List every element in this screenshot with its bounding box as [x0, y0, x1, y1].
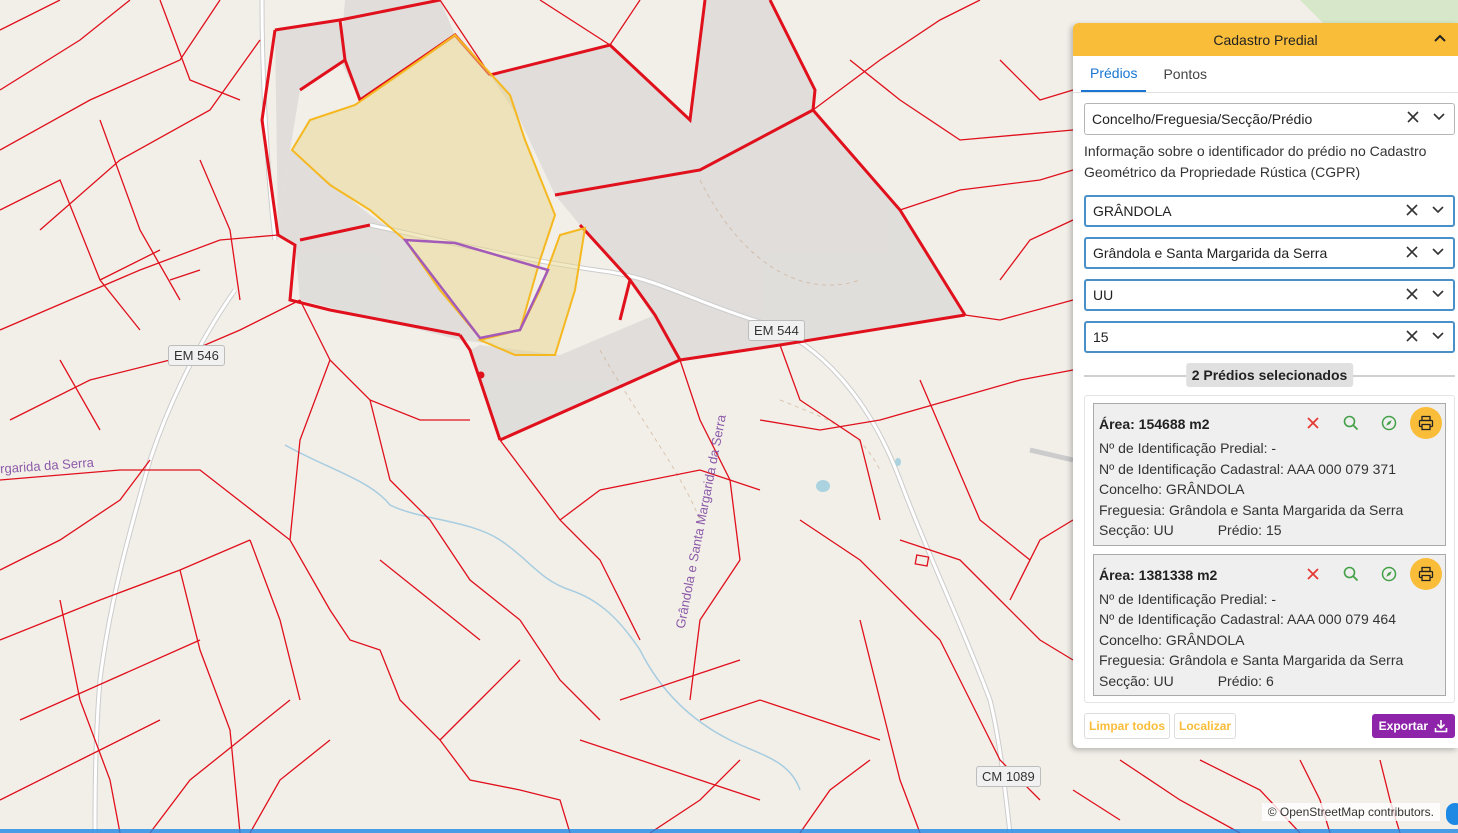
clear-icon[interactable] [1405, 203, 1419, 217]
tab-pontos[interactable]: Pontos [1154, 56, 1216, 92]
seccao-line: Secção: UU [1099, 522, 1174, 538]
predial-id: Nº de Identificação Predial: - [1099, 440, 1277, 456]
attribution-badge-icon[interactable] [1446, 803, 1458, 825]
print-icon[interactable] [1410, 407, 1442, 439]
result-card[interactable]: Área: 154688 m2 Nº de Identificação Pred… [1093, 403, 1446, 546]
predio-select[interactable]: 15 [1084, 321, 1455, 353]
map-attribution[interactable]: © OpenStreetMap contributors. [1261, 803, 1440, 821]
clear-all-button[interactable]: Limpar todos [1084, 713, 1171, 739]
clear-icon[interactable] [1406, 110, 1420, 124]
predio-line: Prédio: 6 [1217, 672, 1274, 689]
chevron-down-icon[interactable] [1431, 245, 1445, 259]
predio-line: Prédio: 15 [1217, 522, 1282, 538]
chevron-up-icon[interactable] [1432, 30, 1448, 46]
concelho-value: GRÂNDOLA [1093, 203, 1172, 219]
remove-icon[interactable] [1300, 561, 1326, 587]
seccao-line: Secção: UU [1099, 672, 1174, 689]
print-icon[interactable] [1410, 557, 1442, 590]
result-card[interactable]: Área: 1381338 m2 Nº de Identificação Pre… [1093, 553, 1446, 696]
remove-icon[interactable] [1300, 410, 1326, 436]
chevron-down-icon[interactable] [1432, 110, 1446, 124]
concelho-line: Concelho: GRÂNDOLA [1099, 631, 1245, 648]
results-list: Área: 154688 m2 Nº de Identificação Pred… [1084, 395, 1455, 703]
selected-count-badge: 2 Prédios selecionados [1185, 363, 1354, 387]
selected-count-divider: 2 Prédios selecionados [1084, 363, 1455, 389]
freguesia-line: Freguesia: Grândola e Santa Margarida da… [1099, 652, 1404, 668]
chevron-down-icon[interactable] [1431, 329, 1445, 343]
info-text: Informação sobre o identificador do préd… [1084, 143, 1427, 180]
chevron-down-icon[interactable] [1431, 203, 1445, 217]
clear-icon[interactable] [1405, 287, 1419, 301]
panel-footer: Limpar todos Localizar Exportar [1084, 713, 1455, 739]
road-label-cm1089: CM 1089 [976, 766, 1041, 787]
export-button[interactable]: Exportar [1371, 714, 1455, 738]
chevron-down-icon[interactable] [1431, 287, 1445, 301]
panel-tabs: Prédios Pontos [1073, 56, 1458, 93]
freguesia-line: Freguesia: Grândola e Santa Margarida da… [1099, 501, 1404, 518]
road-label-em544: EM 544 [748, 320, 805, 341]
panel-header[interactable]: Cadastro Predial [1073, 23, 1458, 56]
cadastral-id: Nº de Identificação Cadastral: AAA 000 0… [1099, 611, 1396, 627]
bottom-accent-bar [0, 829, 1458, 833]
download-icon [1434, 720, 1448, 733]
zoom-search-icon[interactable] [1338, 410, 1364, 436]
search-type-select[interactable]: Concelho/Freguesia/Secção/Prédio [1084, 103, 1455, 135]
cadastro-predial-panel: Cadastro Predial Prédios Pontos Concelho… [1073, 23, 1458, 748]
road-label-em546: EM 546 [168, 345, 225, 366]
freguesia-value: Grândola e Santa Margarida da Serra [1093, 245, 1328, 261]
cadastral-id: Nº de Identificação Cadastral: AAA 000 0… [1099, 460, 1396, 477]
panel-title: Cadastro Predial [1213, 31, 1318, 48]
zoom-search-icon[interactable] [1338, 561, 1364, 587]
seccao-value: UU [1093, 287, 1114, 303]
clear-icon[interactable] [1405, 245, 1419, 259]
clear-icon[interactable] [1405, 329, 1419, 343]
concelho-line: Concelho: GRÂNDOLA [1099, 481, 1245, 497]
predial-id: Nº de Identificação Predial: - [1099, 590, 1277, 607]
freguesia-select[interactable]: Grândola e Santa Margarida da Serra [1084, 237, 1455, 269]
compass-icon[interactable] [1376, 410, 1402, 436]
export-label: Exportar [1378, 719, 1428, 733]
compass-icon[interactable] [1376, 561, 1402, 587]
predio-value: 15 [1093, 329, 1109, 345]
seccao-select[interactable]: UU [1084, 279, 1455, 311]
concelho-select[interactable]: GRÂNDOLA [1084, 195, 1455, 227]
locate-button[interactable]: Localizar [1174, 713, 1237, 739]
search-type-value: Concelho/Freguesia/Secção/Prédio [1092, 111, 1313, 127]
tab-predios[interactable]: Prédios [1081, 56, 1147, 92]
